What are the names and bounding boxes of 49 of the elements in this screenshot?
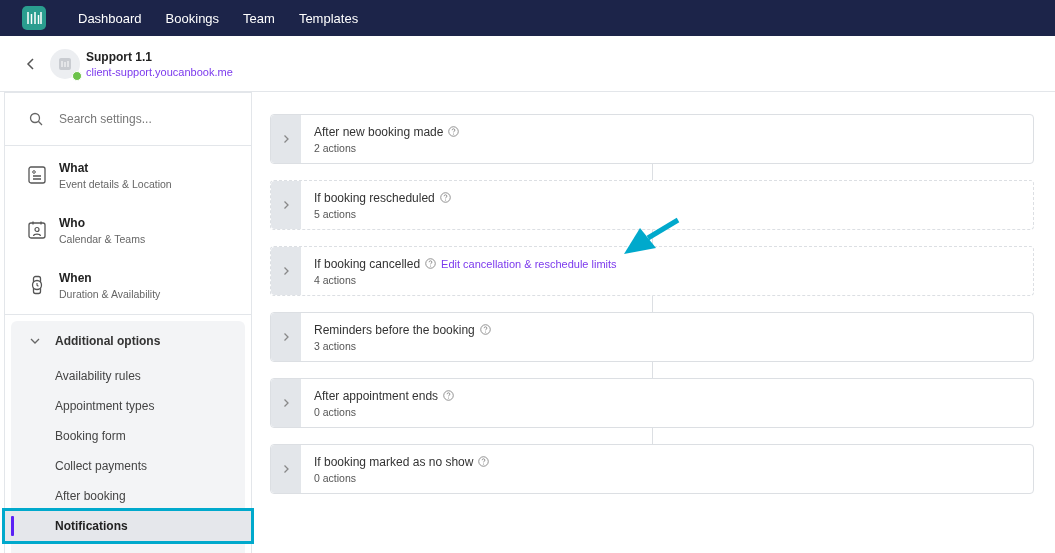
menu-item[interactable]: After booking	[11, 481, 245, 511]
nav-link[interactable]: Team	[231, 10, 287, 26]
section-subtitle: Duration & Availability	[59, 287, 161, 300]
action-count: 5 actions	[314, 207, 358, 220]
help-icon[interactable]	[443, 390, 455, 401]
help-icon[interactable]	[479, 324, 491, 335]
action-count: 0 actions	[314, 405, 358, 418]
trigger-title: If booking marked as no show	[314, 454, 474, 469]
section-title[interactable]: Who	[59, 215, 146, 230]
group-title[interactable]: Additional options	[55, 334, 161, 348]
chevron-icon	[281, 398, 291, 408]
trigger-title: If booking cancelled	[314, 256, 421, 271]
menu-item[interactable]: Appointment types	[11, 391, 245, 421]
logo-icon[interactable]	[22, 6, 46, 30]
trigger-title: After new booking made	[314, 124, 444, 139]
section-subtitle: Calendar & Teams	[59, 232, 146, 245]
help-icon[interactable]	[439, 192, 451, 203]
calendar-logo-icon	[58, 56, 72, 71]
section-subtitle: Event details & Location	[59, 177, 172, 190]
action-count: 3 actions	[314, 339, 358, 352]
nav-link[interactable]: Bookings	[153, 10, 232, 26]
action-count: 2 actions	[314, 141, 358, 154]
help-icon[interactable]	[448, 126, 460, 137]
limits-link[interactable]: Edit cancellation & reschedule limits	[441, 257, 617, 270]
menu-item[interactable]: Booking form	[11, 421, 245, 451]
action-count: 0 actions	[314, 471, 358, 484]
menu-item[interactable]: Availability rules	[11, 361, 245, 391]
help-icon[interactable]	[478, 456, 490, 467]
menu-item[interactable]: Notifications	[5, 511, 251, 541]
action-count: 4 actions	[314, 273, 358, 286]
nav-link[interactable]: Dashboard	[66, 10, 154, 26]
nav-link[interactable]: Templates	[286, 10, 371, 26]
chevron-icon	[281, 464, 291, 474]
booking-page-link[interactable]: client-support.youcanbook.me	[86, 65, 233, 78]
id-card-icon	[27, 165, 47, 185]
search-icon	[29, 112, 43, 126]
page-title: Support 1.1	[86, 49, 153, 64]
chevron-icon	[281, 134, 291, 144]
trigger-title: If booking rescheduled	[314, 190, 435, 205]
menu-item[interactable]: Collect payments	[11, 451, 245, 481]
chevron-icon	[281, 200, 291, 210]
help-icon[interactable]	[425, 258, 437, 269]
section-title[interactable]: When	[59, 270, 161, 285]
trigger-title: Reminders before the booking	[314, 322, 475, 337]
section-title[interactable]: What	[59, 160, 172, 175]
trigger-title: After appointment ends	[314, 388, 439, 403]
chevron-icon	[281, 332, 291, 342]
calendar-person-icon	[27, 220, 47, 240]
chevron-icon	[281, 266, 291, 276]
